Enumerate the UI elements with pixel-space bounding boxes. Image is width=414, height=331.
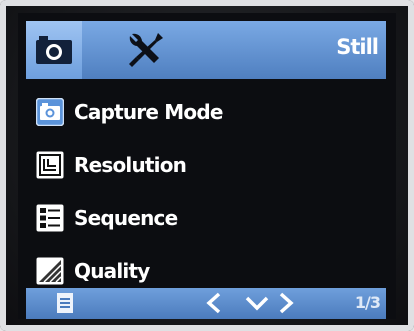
menu-item-label: Quality — [74, 258, 150, 283]
menu-item-label: Resolution — [74, 152, 187, 177]
settings-menu: Capture Mode Resolution Sequence Quality — [36, 85, 386, 297]
menu-item-capture-mode[interactable]: Capture Mode — [36, 85, 386, 138]
menu-item-label: Sequence — [74, 205, 178, 230]
top-tab-bar: Still — [26, 21, 386, 79]
wrench-screwdriver-icon — [129, 33, 163, 67]
lcd-screen: Still Capture Mode Resolution Sequence Q… — [18, 13, 396, 319]
chevron-left-icon[interactable] — [204, 291, 224, 315]
sequence-icon — [36, 204, 64, 232]
chevron-down-icon[interactable] — [244, 293, 270, 313]
quality-icon — [36, 257, 64, 285]
page-indicator: 1/3 — [354, 293, 381, 312]
capture-mode-icon — [36, 97, 64, 126]
tab-camera[interactable] — [26, 21, 82, 79]
camera-icon — [36, 36, 72, 64]
mode-label: Still — [336, 35, 379, 59]
menu-item-label: Capture Mode — [74, 99, 223, 124]
tab-settings[interactable] — [118, 23, 174, 77]
bottom-nav-bar: 1/3 — [26, 288, 386, 319]
menu-item-sequence[interactable]: Sequence — [36, 191, 386, 244]
resolution-icon — [36, 151, 64, 179]
chevron-right-icon[interactable] — [276, 291, 296, 315]
document-icon — [57, 293, 73, 313]
menu-item-resolution[interactable]: Resolution — [36, 138, 386, 191]
